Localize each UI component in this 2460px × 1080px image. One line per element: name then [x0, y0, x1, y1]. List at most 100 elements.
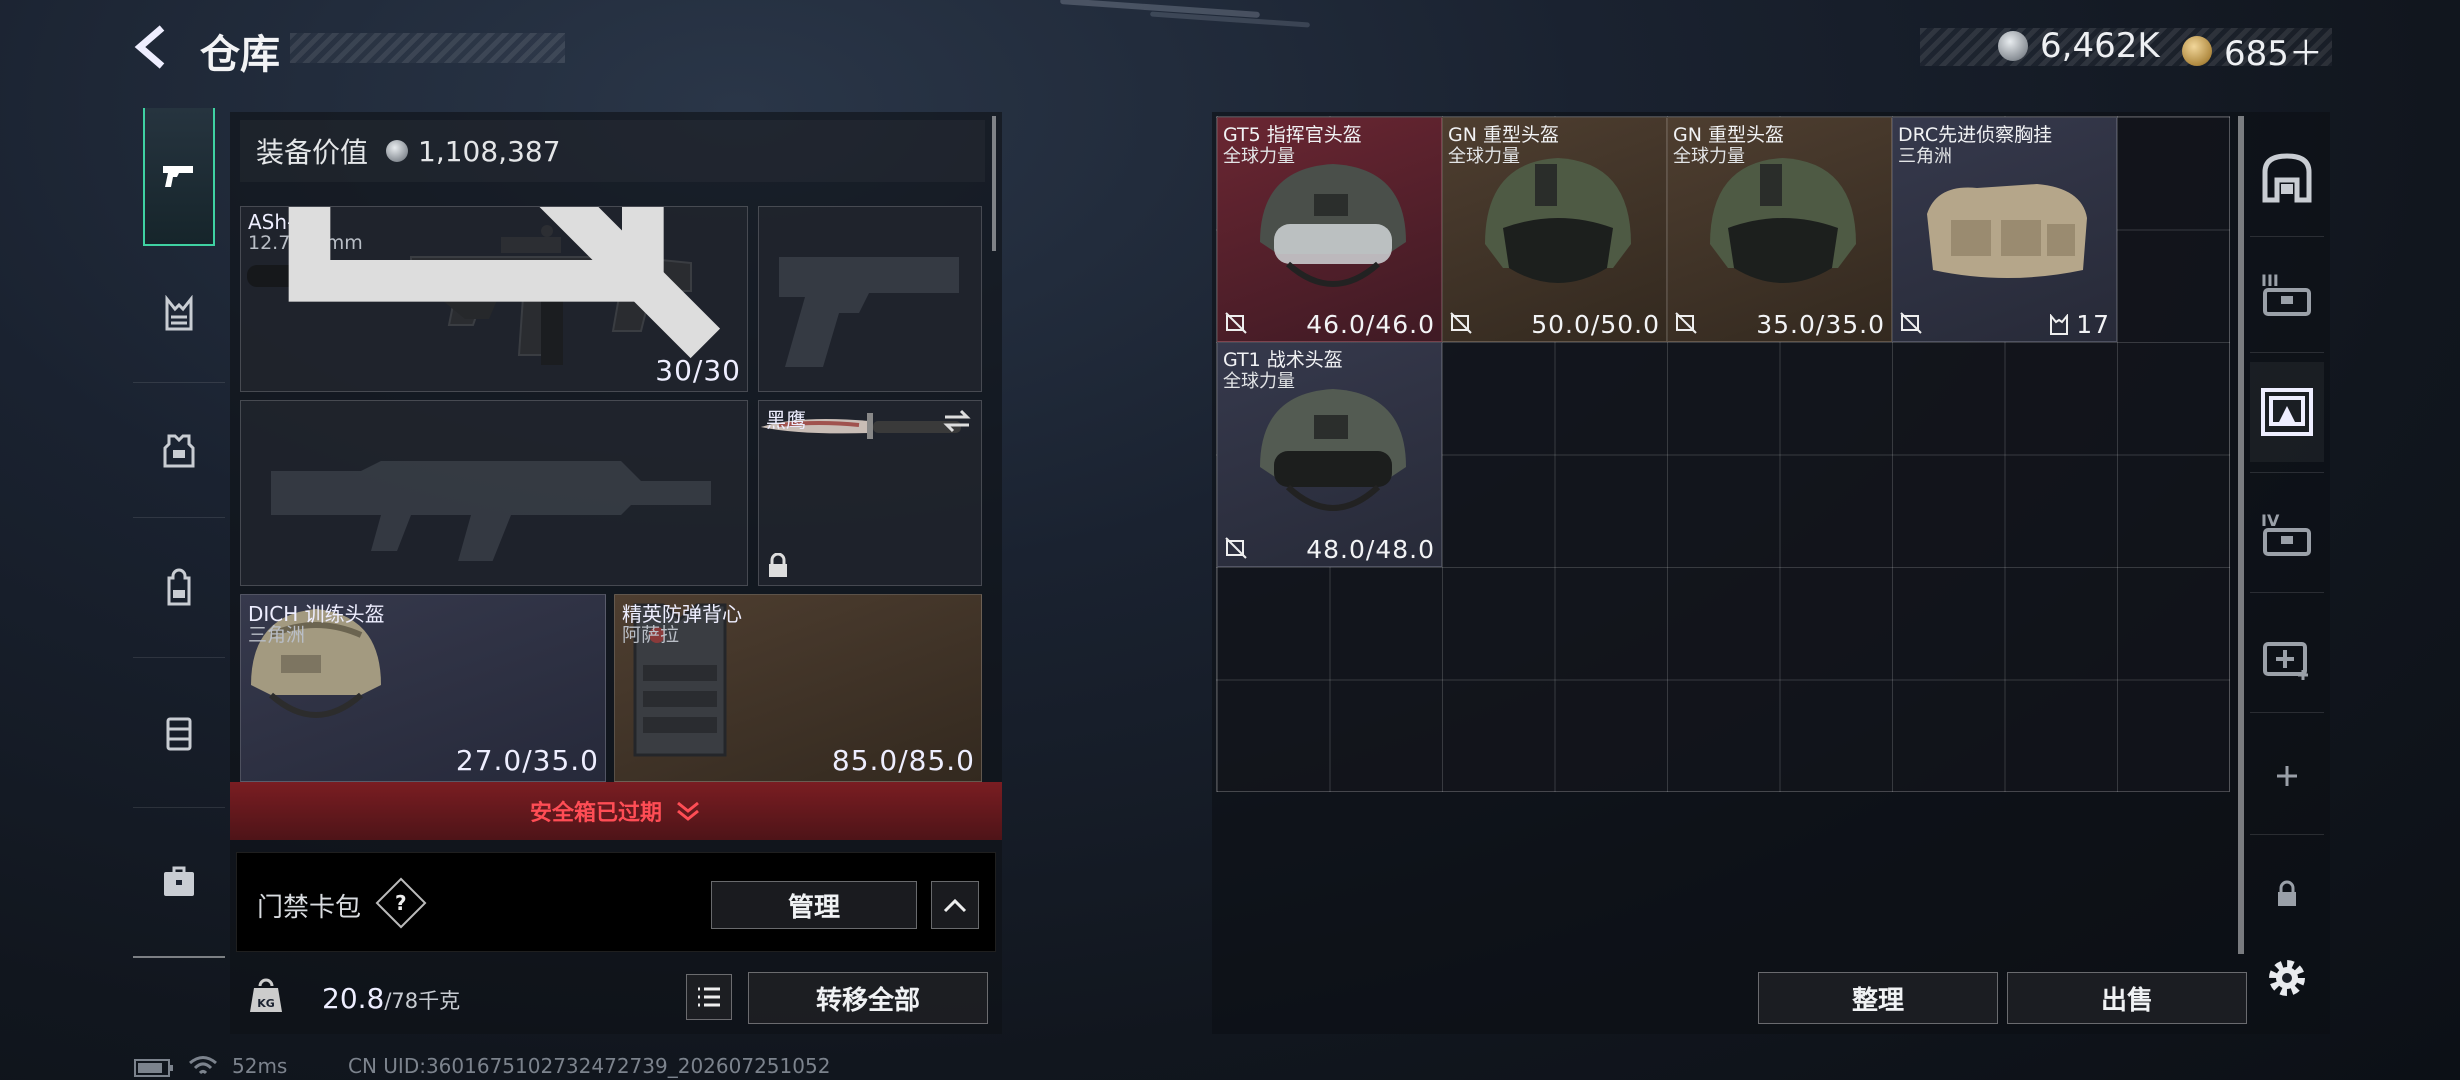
briefcase-icon [164, 866, 194, 896]
rail-locked[interactable] [2250, 842, 2324, 942]
loadout-scrollbar[interactable] [992, 116, 996, 251]
rail-divider [2250, 592, 2324, 593]
case-active-icon [2261, 388, 2313, 436]
item-durability: 50.0/50.0 [1531, 310, 1660, 339]
storage-item[interactable]: GT1 战术头盔 全球力量 48.0/48.0 [1217, 342, 1442, 567]
transfer-all-button[interactable]: 转移全部 [748, 972, 988, 1024]
secondary-weapon-slot[interactable] [240, 400, 748, 586]
settings-icon [2269, 960, 2305, 996]
helmet-brand: 三角洲 [248, 624, 306, 646]
helmet-slot[interactable]: DICH 训练头盔 三角洲 27.0/35.0 [240, 594, 606, 782]
collapse-button[interactable] [931, 881, 979, 929]
back-button[interactable] [132, 24, 178, 70]
no-insurance-icon [1675, 312, 1697, 334]
equipment-value-label: 装备价值 [256, 136, 369, 169]
pistol-slot[interactable] [758, 206, 982, 392]
rail-case-active[interactable] [2250, 362, 2324, 462]
helmet-image [1260, 389, 1406, 511]
weight-kg-icon: KG [250, 978, 282, 1012]
back-arrow-icon [134, 25, 165, 69]
nav-bag[interactable] [133, 658, 225, 808]
silver-amount: 6,462K [2040, 26, 2160, 66]
weight-readout: 20.8/78千克 [322, 982, 460, 1015]
rail-main-storage[interactable] [2250, 128, 2324, 228]
svg-text:III: III [2261, 271, 2279, 290]
wifi-icon [189, 1056, 217, 1075]
silver-coin-icon [386, 140, 409, 162]
rail-divider [2250, 352, 2324, 353]
case-4-icon: IV [2261, 511, 2311, 556]
storage-item[interactable]: GT5 指挥官头盔 全球力量 46.0/46.0 [1217, 117, 1442, 342]
gold-currency[interactable]: 685＋ [2182, 26, 2323, 75]
rail-divider [2250, 712, 2324, 713]
nav-backpack[interactable] [133, 518, 225, 658]
storage-item[interactable]: DRC先进侦察胸挂 三角洲 17 [1892, 117, 2117, 342]
safebox-expired-text: 安全箱已过期 [529, 801, 662, 826]
helmet-image [1260, 164, 1406, 287]
pistol-silhouette [779, 257, 959, 367]
equipment-value: 1,108,387 [418, 134, 561, 168]
nav-chest-rig[interactable] [133, 248, 225, 383]
rail-case-3[interactable]: III [2250, 244, 2324, 344]
melee-slot[interactable]: 黑鹰 [758, 400, 982, 586]
uid-text: CN UID:3601675102732472739_202607251052 [348, 1054, 831, 1078]
no-insurance-icon [1225, 537, 1247, 559]
rail-case-4[interactable]: IV [2250, 484, 2324, 584]
equipment-value-bar: 装备价值 1,108,387 [240, 120, 985, 182]
swap-icon[interactable] [941, 409, 973, 433]
help-icon[interactable]: ? [375, 877, 427, 929]
silver-coin-icon [1998, 31, 2028, 61]
rail-case-medical[interactable] [2250, 604, 2324, 704]
rail-add-case[interactable] [2250, 726, 2324, 826]
keycard-box: 门禁卡包 ? 管理 [236, 852, 996, 952]
armor-icon [163, 434, 195, 468]
item-durability: 35.0/35.0 [1756, 310, 1885, 339]
settings-button[interactable] [2250, 928, 2324, 1028]
item-brand: 三角洲 [1898, 146, 1952, 167]
chevron-up-icon [943, 898, 967, 913]
gold-coin-icon [2182, 35, 2212, 66]
weapon-ammo: 30/30 [655, 354, 741, 387]
title-decoration [290, 33, 565, 63]
melee-name: 黑鹰 [766, 408, 806, 432]
case-medical-icon [2263, 642, 2308, 680]
sort-button[interactable]: 整理 [1758, 972, 1998, 1024]
backpack-icon [167, 568, 191, 605]
lock-icon [769, 553, 787, 577]
armor-brand: 阿萨拉 [622, 624, 680, 646]
rifle-silhouette [271, 461, 711, 561]
ping-text: 52ms [232, 1054, 288, 1078]
rail-divider [2250, 834, 2324, 835]
helmet-image [1710, 158, 1856, 283]
rail-divider [2250, 236, 2324, 237]
silver-currency[interactable]: 6,462K [1998, 26, 2160, 66]
no-insurance-icon [1450, 312, 1472, 334]
pistol-icon [163, 166, 193, 187]
plus-icon [2277, 766, 2297, 786]
manage-button[interactable]: 管理 [711, 881, 917, 929]
page-title: 仓库 [200, 32, 280, 78]
storage-item[interactable]: GN 重型头盔 全球力量 35.0/35.0 [1667, 117, 1892, 342]
weight-max: /78千克 [384, 989, 461, 1013]
nav-armor[interactable] [133, 383, 225, 518]
keycard-label: 门禁卡包 [257, 893, 362, 923]
svg-text:KG: KG [257, 997, 275, 1010]
list-view-button[interactable] [686, 974, 732, 1020]
storage-item[interactable]: GN 重型头盔 全球力量 50.0/50.0 [1442, 117, 1667, 342]
rail-divider [2250, 472, 2324, 473]
safebox-expired-banner[interactable]: 安全箱已过期 [230, 782, 1002, 840]
storage-home-icon [2262, 153, 2312, 203]
vest-icon [2050, 313, 2069, 335]
battery-icon [134, 1059, 173, 1077]
sell-button[interactable]: 出售 [2007, 972, 2247, 1024]
nav-case[interactable] [133, 808, 225, 958]
lock-icon [2278, 880, 2296, 906]
weight-bar: KG 20.8/78千克 转移全部 [236, 962, 996, 1032]
nav-weapons[interactable] [143, 108, 215, 246]
svg-text:IV: IV [2261, 511, 2280, 530]
double-chevron-down-icon [677, 801, 699, 821]
item-capacity: 17 [2048, 310, 2110, 339]
armor-slot[interactable]: 精英防弹背心 阿萨拉 85.0/85.0 [614, 594, 982, 782]
storage-rail: III IV [2244, 112, 2330, 1032]
primary-weapon-slot[interactable]: ASh-12 12.7x55mm 30/30 [240, 206, 748, 392]
